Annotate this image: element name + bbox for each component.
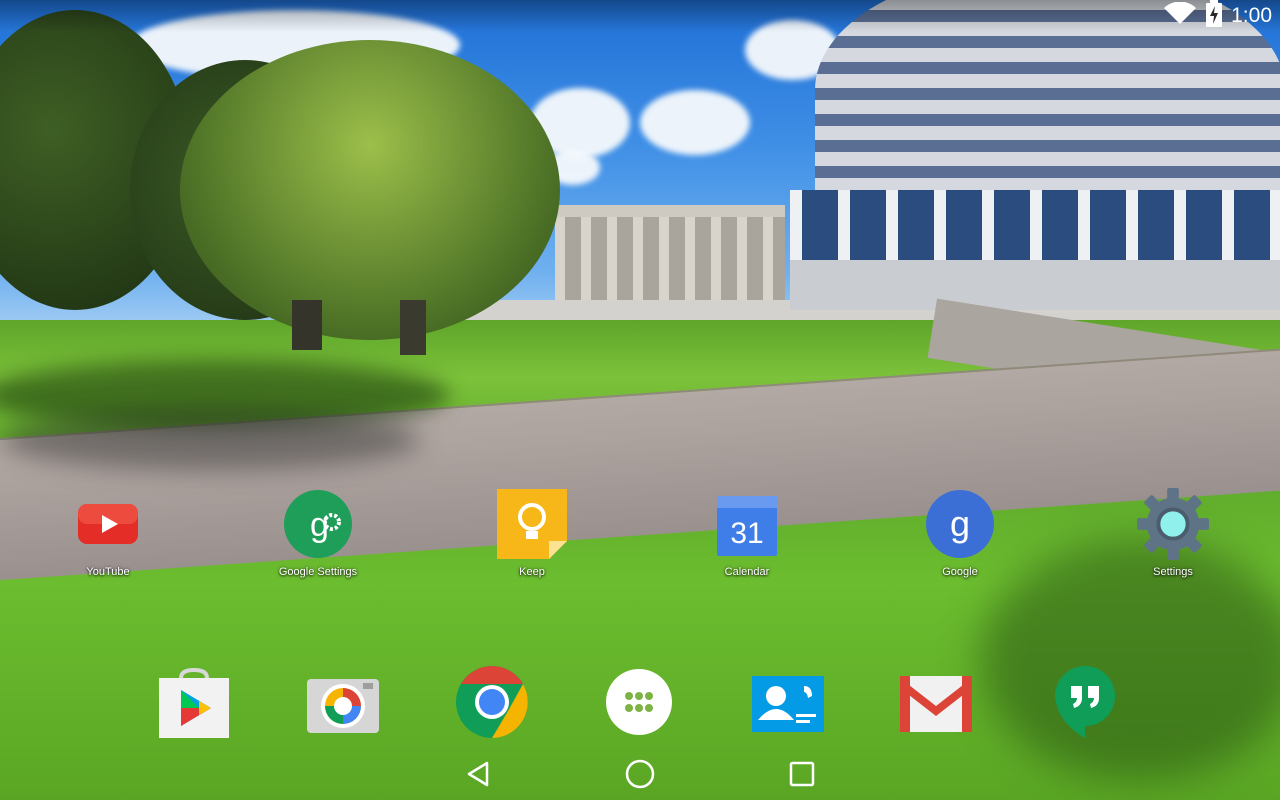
play-store-icon — [157, 667, 231, 745]
gmail-icon — [900, 675, 972, 737]
status-icons: 1:00 — [1163, 0, 1272, 32]
app-label: Keep — [519, 566, 545, 578]
app-label: Google — [942, 566, 978, 578]
home-button[interactable] — [620, 758, 660, 794]
app-keep[interactable]: Keep — [457, 488, 607, 578]
app-calendar[interactable]: 31 Calendar — [672, 488, 822, 578]
dock-app-drawer[interactable] — [599, 664, 679, 744]
app-youtube[interactable]: YouTube — [33, 488, 183, 578]
recents-icon — [788, 760, 816, 793]
google-settings-icon: g — [282, 488, 354, 560]
dock-chrome[interactable] — [452, 664, 532, 744]
svg-text:g: g — [310, 506, 329, 544]
dock-gmail[interactable] — [896, 666, 976, 746]
youtube-icon — [72, 488, 144, 560]
calendar-icon: 31 — [711, 488, 783, 560]
battery-charging-icon — [1205, 0, 1223, 33]
clock: 1:00 — [1231, 4, 1272, 27]
dock-play-store[interactable] — [154, 666, 234, 746]
google-icon: g — [924, 488, 996, 560]
app-google-settings[interactable]: g Google Settings — [243, 488, 393, 578]
keep-icon — [496, 488, 568, 560]
tree-shadow — [0, 410, 420, 470]
back-icon — [465, 760, 491, 793]
app-drawer-icon — [605, 668, 673, 741]
chrome-icon — [455, 665, 529, 744]
recents-button[interactable] — [782, 758, 822, 794]
status-bar: 1:00 — [0, 0, 1280, 32]
app-google[interactable]: g Google — [885, 488, 1035, 578]
app-label: Settings — [1153, 566, 1193, 578]
navigation-bar — [0, 752, 1280, 800]
tree-trunk — [292, 300, 322, 350]
app-label: Google Settings — [278, 566, 358, 578]
hangouts-icon — [1053, 664, 1117, 745]
app-label: YouTube — [86, 566, 130, 578]
camera-icon — [305, 673, 381, 740]
back-button[interactable] — [458, 758, 498, 794]
calendar-date: 31 — [730, 517, 763, 550]
app-label: Calendar — [724, 566, 770, 578]
beehive-building — [790, 0, 1280, 310]
home-icon — [624, 758, 656, 795]
contacts-icon — [752, 675, 824, 737]
dock-contacts[interactable] — [748, 666, 828, 746]
settings-gear-icon — [1137, 488, 1209, 560]
svg-text:g: g — [950, 503, 970, 544]
cloud — [640, 90, 750, 155]
wifi-icon — [1163, 1, 1197, 31]
app-settings[interactable]: Settings — [1098, 488, 1248, 578]
tree — [180, 40, 560, 340]
tree-trunk — [400, 300, 426, 355]
dock-hangouts[interactable] — [1045, 664, 1125, 744]
dock-camera[interactable] — [303, 666, 383, 746]
